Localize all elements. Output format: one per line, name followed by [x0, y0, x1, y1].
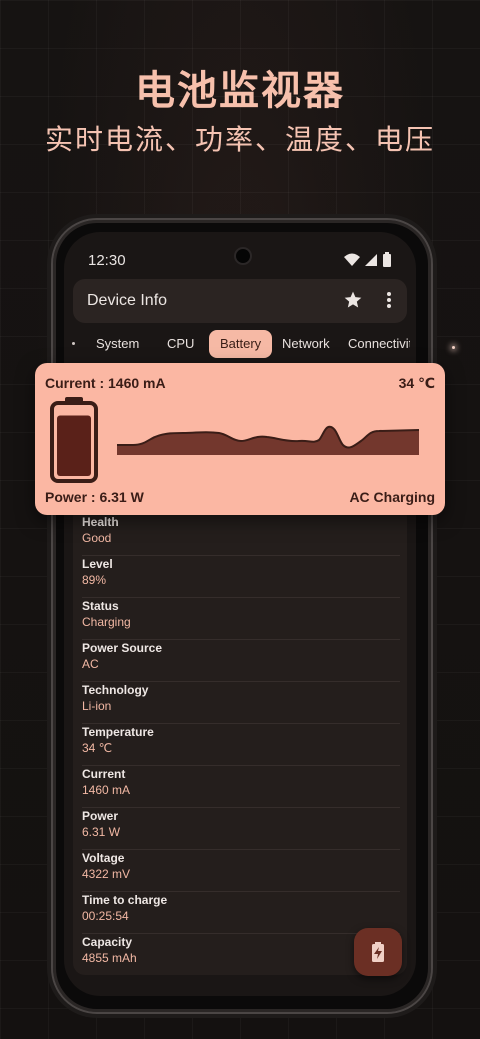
wifi-icon	[344, 253, 360, 266]
list-item-current: Current 1460 mA	[82, 765, 400, 808]
battery-fab-button[interactable]	[354, 928, 402, 976]
battery-summary-card: Current : 1460 mA 34 ℃ Power : 6.31 W AC…	[35, 363, 445, 515]
item-value: 4855 mAh	[82, 951, 137, 965]
list-item-power: Power 6.31 W	[82, 807, 400, 850]
status-icons	[344, 252, 392, 267]
list-item-capacity: Capacity 4855 mAh	[82, 933, 400, 975]
list-item-temperature: Temperature 34 ℃	[82, 723, 400, 766]
item-label: Level	[82, 557, 113, 571]
item-label: Temperature	[82, 725, 154, 739]
item-label: Health	[82, 515, 119, 529]
battery-info-list: Health Good Level 89% Status Charging Po…	[73, 505, 407, 975]
tab-system[interactable]: System	[96, 330, 139, 358]
app-title: Device Info	[87, 292, 168, 309]
tab-connectivity[interactable]: Connectivit	[348, 330, 410, 358]
list-item-status: Status Charging	[82, 597, 400, 640]
promo-subtitle: 实时电流、功率、温度、电压	[44, 124, 435, 155]
item-label: Capacity	[82, 935, 133, 949]
item-value: Good	[82, 531, 112, 545]
item-value: Li-ion	[82, 699, 112, 713]
camera-cutout	[234, 247, 252, 265]
item-value: Charging	[82, 615, 131, 629]
item-value: 4322 mV	[82, 867, 131, 881]
charging-type-readout: AC Charging	[349, 489, 435, 505]
sparkle-decoration	[452, 346, 455, 349]
battery-charging-icon	[372, 942, 384, 962]
battery-icon	[383, 252, 391, 267]
more-vert-icon[interactable]	[383, 290, 395, 310]
item-label: Power	[82, 809, 119, 823]
item-label: Voltage	[82, 851, 125, 865]
promo-page: 电池监视器 实时电流、功率、温度、电压 12:30 Device Info Sy	[0, 0, 480, 1039]
current-readout: Current : 1460 mA	[45, 375, 166, 391]
item-value: 1460 mA	[82, 783, 131, 797]
item-value: 34 ℃	[82, 741, 113, 755]
list-item-time-to-charge: Time to charge 00:25:54	[82, 891, 400, 934]
status-time: 12:30	[88, 252, 126, 269]
list-item-level: Level 89%	[82, 555, 400, 598]
item-value: 89%	[82, 573, 107, 587]
tab-cpu[interactable]: CPU	[167, 330, 194, 358]
list-item-power-source: Power Source AC	[82, 639, 400, 682]
item-value: 00:25:54	[82, 909, 129, 923]
item-label: Status	[82, 599, 119, 613]
item-value: 6.31 W	[82, 825, 121, 839]
tab-network[interactable]: Network	[282, 330, 330, 358]
temperature-readout: 34 ℃	[398, 375, 435, 391]
list-item-voltage: Voltage 4322 mV	[82, 849, 400, 892]
list-item-health: Health Good	[82, 513, 400, 556]
item-label: Time to charge	[82, 893, 168, 907]
promo-title: 电池监视器	[135, 69, 345, 113]
item-label: Technology	[82, 683, 149, 697]
signal-icon	[365, 253, 377, 266]
current-history-graph	[117, 425, 419, 455]
battery-level-fill	[57, 415, 91, 476]
list-item-technology: Technology Li-ion	[82, 681, 400, 724]
item-label: Current	[82, 767, 126, 781]
star-icon[interactable]	[343, 290, 363, 310]
app-bar: Device Info	[73, 279, 407, 323]
tab-overflow-indicator	[72, 342, 75, 345]
tab-bar: System CPU Battery Network Connectivit	[70, 330, 410, 358]
battery-level-icon	[50, 397, 98, 483]
tab-battery[interactable]: Battery	[209, 330, 273, 358]
item-label: Power Source	[82, 641, 163, 655]
power-readout: Power : 6.31 W	[45, 489, 144, 505]
item-value: AC	[82, 657, 99, 671]
